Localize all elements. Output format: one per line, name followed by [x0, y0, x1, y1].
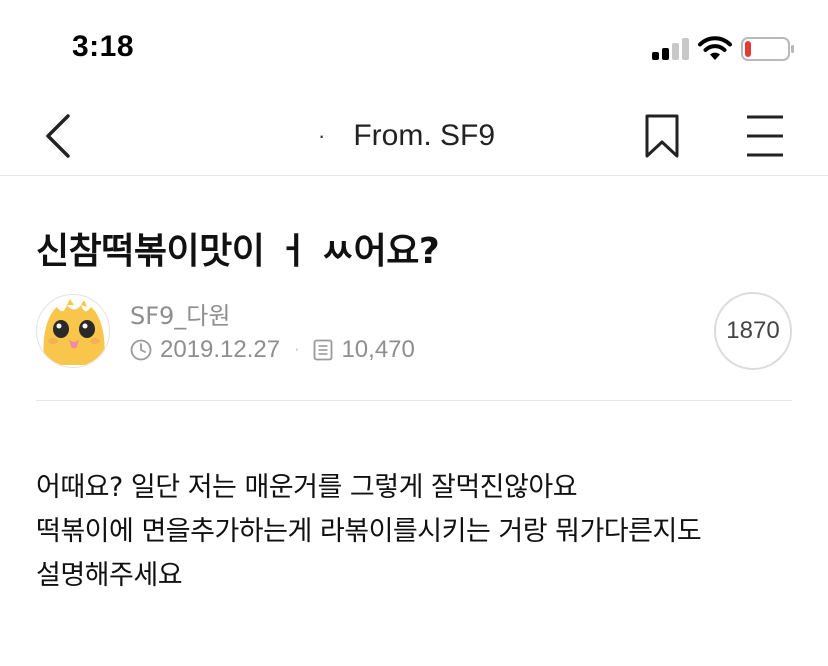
author-name[interactable]: SF9_다원 [130, 296, 230, 331]
post-body-line: 어때요? 일단 저는 매운거를 그렇게 잘먹진않아요 [36, 472, 578, 503]
post-meta: 2019.12.27 · 10,470 [130, 336, 415, 364]
status-time: 3:18 [72, 30, 135, 63]
nav-title-dot: · [318, 123, 326, 148]
avatar[interactable] [36, 294, 110, 368]
view-count: 10,470 [341, 336, 415, 363]
post-body-line: 떡볶이에 면을추가하는게 라볶이를시키는 거랑 뭐가다른지도 [36, 516, 702, 547]
bookmark-button[interactable] [642, 114, 682, 158]
like-count-badge[interactable]: 1870 [714, 292, 792, 370]
hamburger-menu-icon [747, 115, 783, 157]
nav-title-group: · From. SF9 [300, 96, 560, 176]
status-bar: 3:18 [0, 0, 828, 96]
bookmark-icon [645, 114, 679, 158]
nav-bar: · From. SF9 [0, 96, 828, 176]
header-divider [36, 400, 792, 401]
wifi-icon [698, 36, 732, 60]
meta-separator: · [294, 341, 300, 358]
nav-title[interactable]: From. SF9 [353, 119, 495, 153]
cellular-signal-icon [652, 38, 692, 60]
menu-button[interactable] [745, 114, 785, 158]
post-title: 신참떡볶이맛이 ㅓ ㅆ어요? [36, 231, 440, 272]
post-body-line: 설명해주세요 [36, 560, 183, 591]
battery-icon [741, 37, 794, 61]
post-date: 2019.12.27 [160, 336, 281, 363]
document-icon [314, 339, 333, 361]
clock-icon [130, 339, 152, 361]
post-body: 어때요? 일단 저는 매운거를 그렇게 잘먹진않아요 떡볶이에 면을추가하는게 … [36, 466, 806, 598]
chevron-left-icon [46, 114, 70, 158]
character-avatar-icon [43, 299, 105, 365]
back-button[interactable] [40, 110, 80, 162]
